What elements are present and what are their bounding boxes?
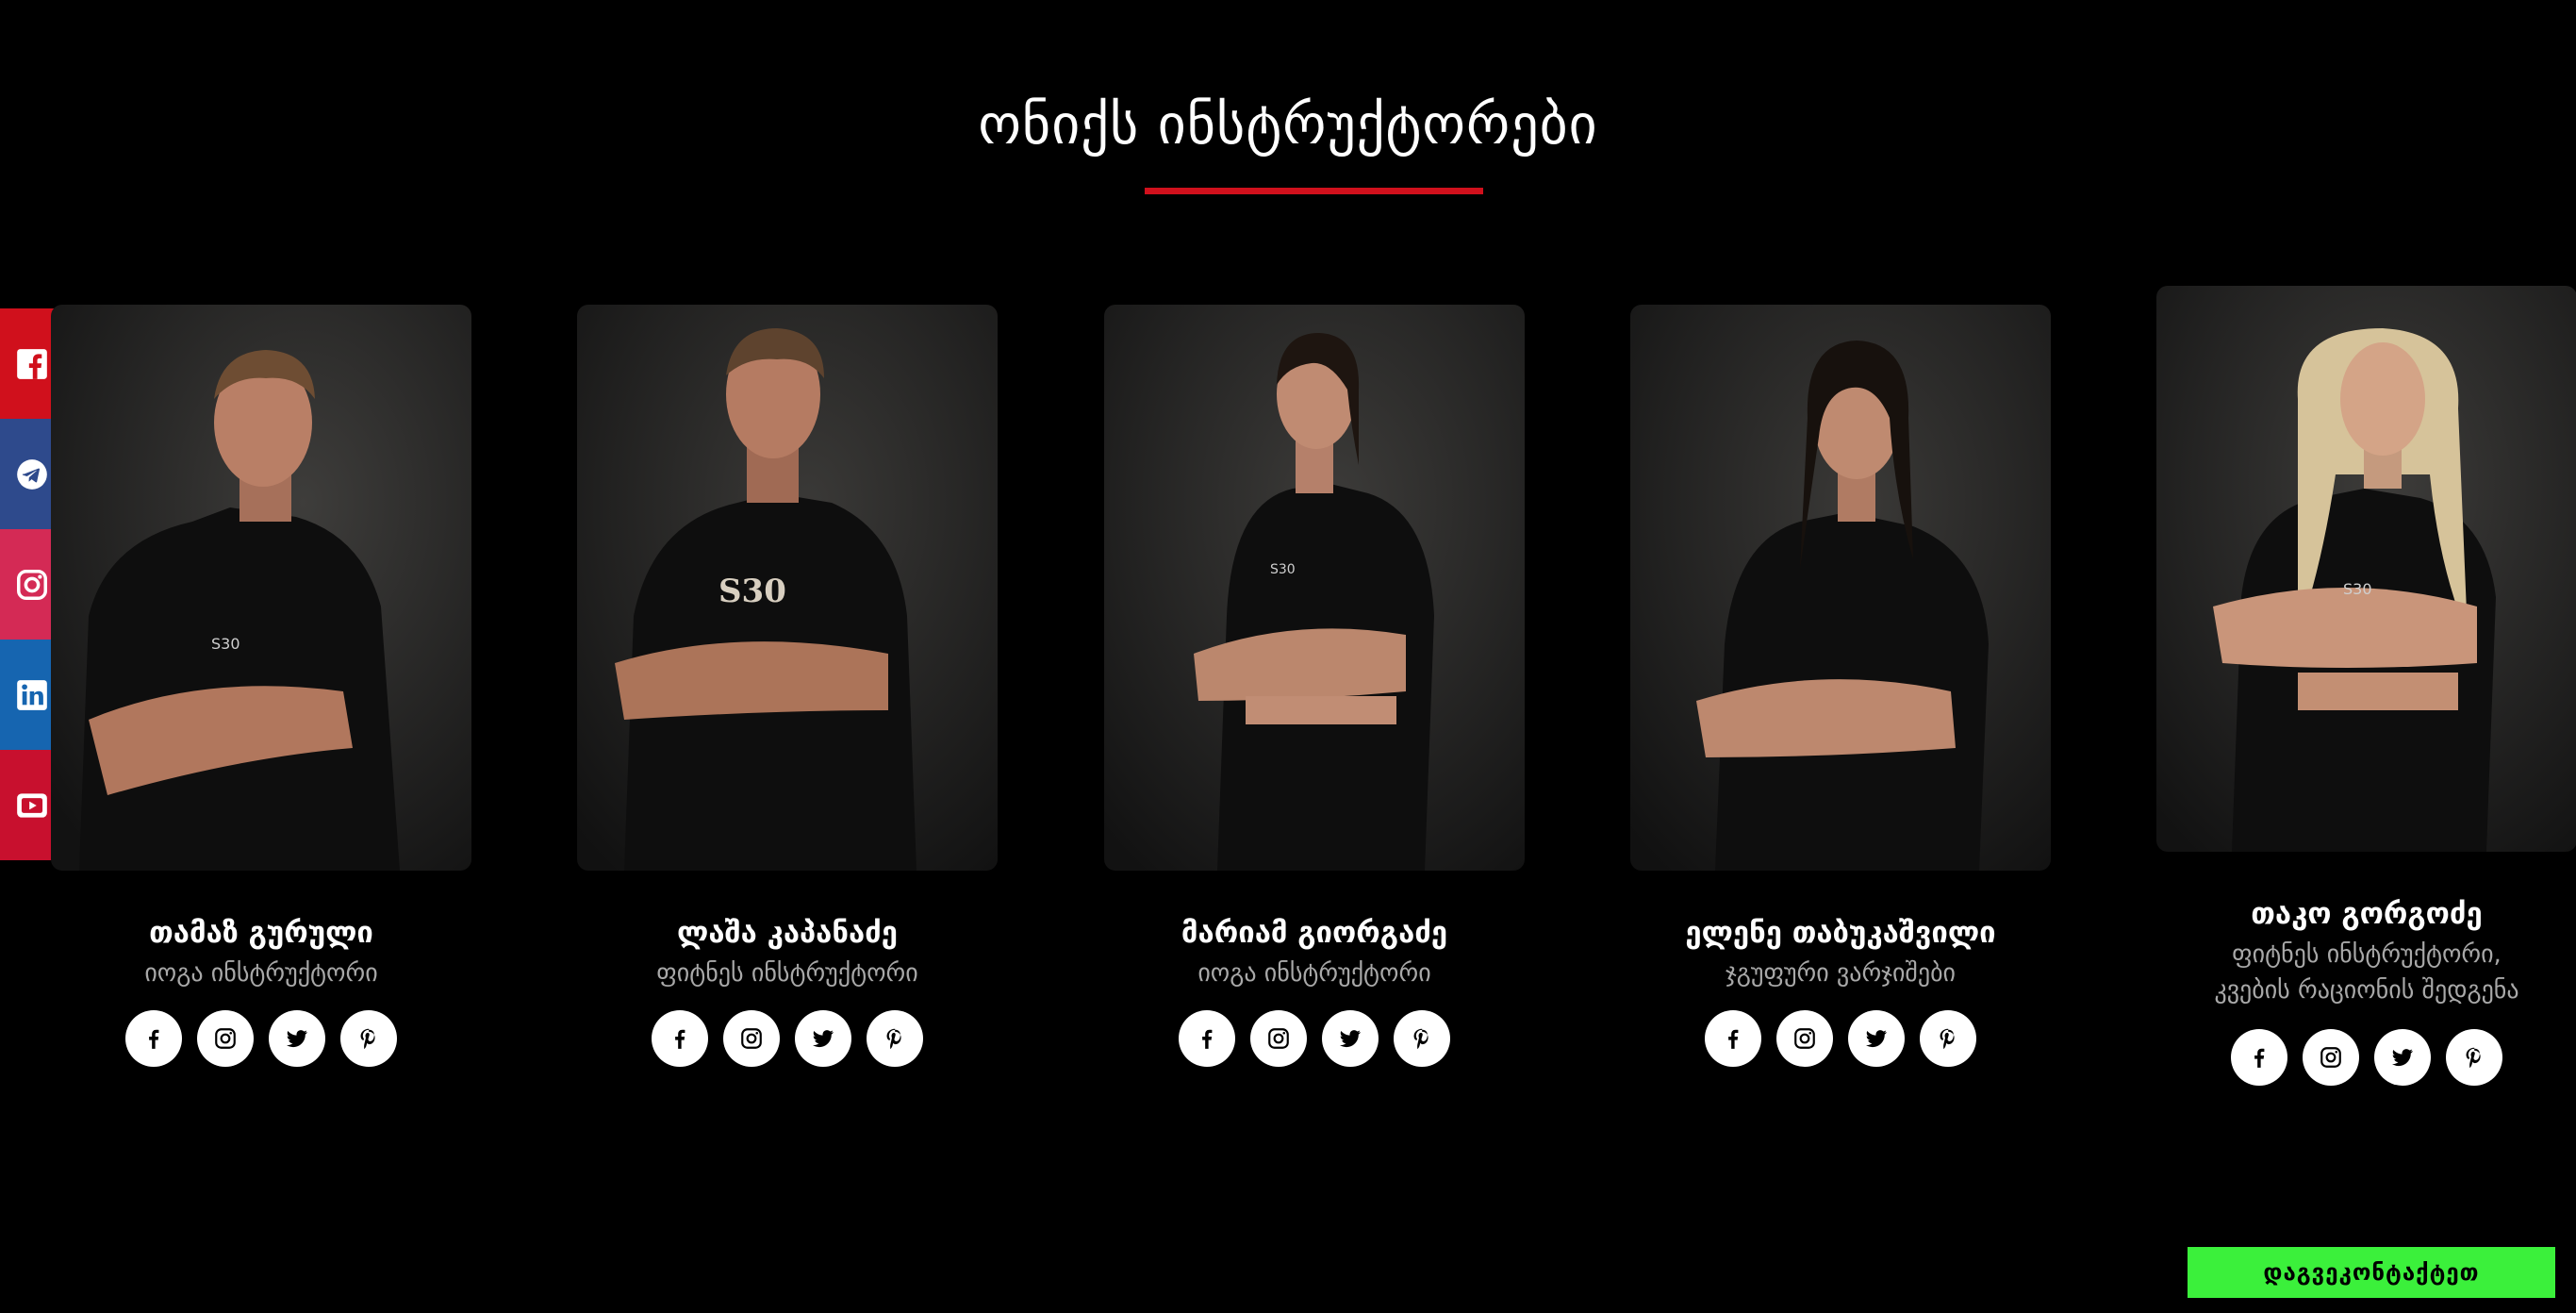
twitter-button[interactable]	[1848, 1010, 1905, 1067]
pinterest-icon	[360, 1028, 375, 1050]
instructor-name: ელენე თაბუკაშვილი	[1685, 916, 1996, 950]
pinterest-button[interactable]	[867, 1010, 923, 1067]
svg-text:S30: S30	[211, 635, 240, 653]
title-underline	[1145, 188, 1483, 194]
twitter-icon	[2391, 1049, 2413, 1067]
facebook-button[interactable]	[1179, 1010, 1235, 1067]
twitter-icon	[286, 1030, 307, 1048]
svg-text:S30: S30	[2343, 580, 2372, 598]
instructor-name: მარიამ გიორგაძე	[1181, 916, 1448, 950]
svg-text:S30: S30	[1270, 562, 1296, 577]
linkedin-icon	[16, 679, 47, 710]
instagram-button[interactable]	[723, 1010, 780, 1067]
instructor-name: თამაზ გურული	[149, 916, 373, 950]
instagram-icon	[1794, 1028, 1815, 1049]
pinterest-icon	[886, 1028, 901, 1050]
instagram-icon	[215, 1028, 236, 1049]
twitter-icon	[1339, 1030, 1361, 1048]
facebook-icon	[1202, 1029, 1213, 1049]
facebook-button[interactable]	[125, 1010, 182, 1067]
pinterest-icon	[1940, 1028, 1955, 1050]
telegram-icon	[16, 458, 47, 490]
section-title: ონიქს ინსტრუქტორები	[978, 92, 1598, 157]
instructor-role: ჯგუფური ვარჯიშები	[1725, 959, 1957, 988]
instructor-photo	[1630, 305, 2051, 871]
facebook-icon	[675, 1029, 685, 1049]
instructor-socials	[2156, 1029, 2576, 1086]
pinterest-button[interactable]	[2446, 1029, 2502, 1086]
instagram-icon	[2320, 1047, 2341, 1068]
instructor-role: იოგა ინსტრუქტორი	[1197, 959, 1431, 988]
instructor-photo: S30	[51, 305, 471, 871]
instagram-icon	[741, 1028, 762, 1049]
instagram-button[interactable]	[2303, 1029, 2359, 1086]
twitter-button[interactable]	[2374, 1029, 2431, 1086]
instructor-socials	[577, 1010, 998, 1067]
twitter-button[interactable]	[1322, 1010, 1379, 1067]
facebook-icon	[149, 1029, 159, 1049]
pinterest-button[interactable]	[340, 1010, 397, 1067]
facebook-button[interactable]	[2231, 1029, 2287, 1086]
instagram-button[interactable]	[1250, 1010, 1307, 1067]
instructor-role: ფიტნეს ინსტრუქტორი,	[2232, 940, 2502, 969]
instagram-icon	[16, 569, 47, 600]
pinterest-button[interactable]	[1920, 1010, 1976, 1067]
facebook-icon	[2254, 1048, 2265, 1068]
twitter-icon	[1865, 1030, 1887, 1048]
instructor-photo: S30	[577, 305, 998, 871]
youtube-icon	[16, 792, 47, 818]
instructor-role: იოგა ინსტრუქტორი	[144, 959, 378, 988]
instagram-button[interactable]	[197, 1010, 254, 1067]
pinterest-button[interactable]	[1394, 1010, 1450, 1067]
instructors-page: ონიქს ინსტრუქტორები S30 თამაზ გურული იოგ…	[0, 0, 2576, 1313]
instructor-photo: S30	[1104, 305, 1525, 871]
instructor-name: ლაშა კაპანაძე	[677, 916, 898, 950]
facebook-button[interactable]	[1705, 1010, 1761, 1067]
twitter-icon	[812, 1030, 834, 1048]
instructor-name: თაკო გორგოძე	[2251, 897, 2483, 931]
instructor-socials	[51, 1010, 471, 1067]
instructor-socials	[1104, 1010, 1525, 1067]
twitter-button[interactable]	[269, 1010, 325, 1067]
facebook-square-icon	[16, 348, 47, 379]
instructor-role-line2: კვების რაციონის შედგენა	[2214, 976, 2519, 1005]
instructor-photo: S30	[2156, 286, 2576, 852]
instructor-socials	[1630, 1010, 2051, 1067]
contact-us-button[interactable]: დაგვეკონტაქტეთ	[2188, 1247, 2555, 1298]
pinterest-icon	[2466, 1047, 2481, 1069]
svg-text:S30: S30	[718, 573, 786, 610]
instagram-icon	[1268, 1028, 1289, 1049]
instructor-role: ფიტნეს ინსტრუქტორი	[656, 959, 918, 988]
pinterest-icon	[1413, 1028, 1428, 1050]
facebook-button[interactable]	[652, 1010, 708, 1067]
twitter-button[interactable]	[795, 1010, 851, 1067]
instagram-button[interactable]	[1776, 1010, 1833, 1067]
facebook-icon	[1728, 1029, 1739, 1049]
